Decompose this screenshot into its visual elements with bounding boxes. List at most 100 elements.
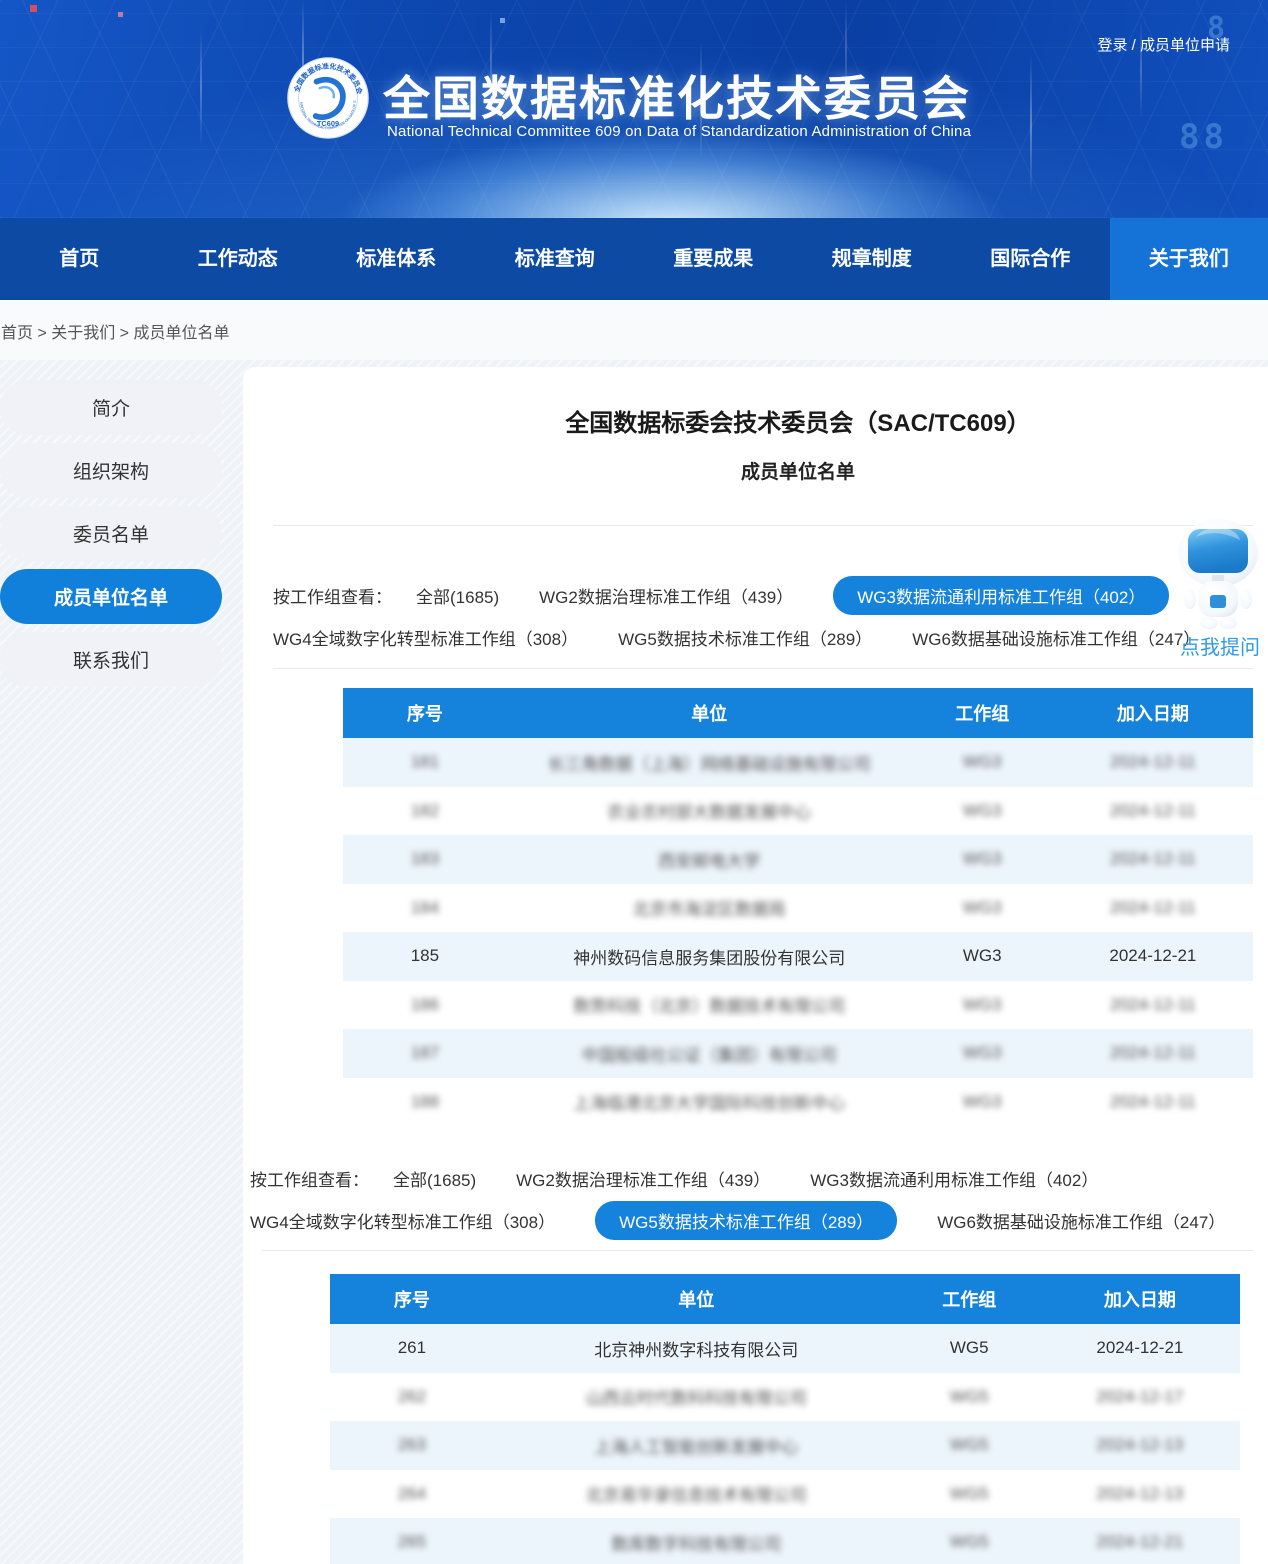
cell-date: 2024-12-21	[1040, 1338, 1240, 1358]
cell-group: WG3	[912, 752, 1053, 772]
sidebar-item[interactable]: 联系我们	[0, 632, 222, 687]
filter-option[interactable]: WG5数据技术标准工作组（289）	[595, 1201, 897, 1240]
filter-option[interactable]: WG5数据技术标准工作组（289）	[618, 618, 872, 657]
filter-row: WG4全域数字化转型标准工作组（308） WG5数据技术标准工作组（289） WG6…	[273, 619, 1200, 655]
cell-date: 2024-12-17	[1040, 1387, 1240, 1407]
filter-option[interactable]: 全部(1685)	[393, 1159, 476, 1198]
login-apply-links[interactable]: 登录 / 成员单位申请	[1097, 34, 1230, 55]
filter-option[interactable]: 全部(1685)	[416, 576, 499, 615]
cell-group: WG5	[899, 1338, 1040, 1358]
col-header-group: 工作组	[912, 700, 1053, 726]
nav-item[interactable]: 规章制度	[793, 218, 952, 300]
table-row: 188 上海临港北京大学国际科技创新中心 WG3 2024-12-11	[343, 1078, 1253, 1127]
member-table-wg3: 序号 单位 工作组 加入日期 181 长三角数据（上海）网络基础设施有限公司 W…	[343, 688, 1253, 1126]
cell-unit: 西安邮电大学	[507, 847, 912, 872]
cell-no: 265	[330, 1532, 494, 1552]
cell-no: 186	[343, 995, 507, 1015]
filter-option[interactable]: WG2数据治理标准工作组（439）	[539, 576, 793, 615]
table-row: 264 北京易华录信息技术有限公司 WG5 2024-12-13	[330, 1470, 1240, 1519]
nav-item[interactable]: 重要成果	[634, 218, 793, 300]
cell-group: WG5	[899, 1435, 1040, 1455]
cell-unit: 北京神州数字科技有限公司	[494, 1336, 899, 1361]
cell-no: 188	[343, 1092, 507, 1112]
table-row: 184 北京市海淀区数据局 WG3 2024-12-11	[343, 884, 1253, 933]
main-content: 全国数据标委会技术委员会（SAC/TC609） 成员单位名单 按工作组查看： 全…	[243, 367, 1268, 1564]
col-header-no: 序号	[330, 1286, 494, 1312]
cell-group: WG5	[899, 1532, 1040, 1552]
cell-group: WG3	[912, 849, 1053, 869]
table-row: 186 数势科技（北京）数据技术有限公司 WG3 2024-12-11	[343, 981, 1253, 1030]
header-banner: 8 88 登录 / 成员单位申请 全国数据标准化技术委员会 NATIONAL T…	[0, 0, 1268, 218]
assistant-robot-icon[interactable]	[1176, 517, 1260, 629]
cell-date: 2024-12-11	[1053, 1043, 1253, 1063]
table-row: 263 上海人工智能创新发展中心 WG5 2024-12-13	[330, 1421, 1240, 1470]
filter-option[interactable]: WG3数据流通利用标准工作组（402）	[810, 1159, 1098, 1198]
site-subtitle-en: National Technical Committee 609 on Data…	[387, 123, 971, 140]
col-header-no: 序号	[343, 700, 507, 726]
filter-group-label: 按工作组查看：	[273, 583, 392, 608]
tc609-logo-icon[interactable]: 全国数据标准化技术委员会 NATIONAL TECHNICAL COMMITTE…	[287, 57, 369, 139]
cell-date: 2024-12-21	[1053, 946, 1253, 966]
cell-unit: 上海人工智能创新发展中心	[494, 1433, 899, 1458]
cell-unit: 中国船级社公证（集团）有限公司	[507, 1041, 912, 1066]
table-body: 181 长三角数据（上海）网络基础设施有限公司 WG3 2024-12-11 1…	[343, 738, 1253, 1126]
cell-unit: 北京市海淀区数据局	[507, 895, 912, 920]
cell-unit: 数势科技（北京）数据技术有限公司	[507, 992, 912, 1017]
sidebar-item[interactable]: 简介	[0, 380, 222, 435]
filter-option[interactable]: WG4全域数字化转型标准工作组（308）	[273, 618, 578, 657]
table-header-row: 序号 单位 工作组 加入日期	[330, 1274, 1240, 1324]
filter-options: WG4全域数字化转型标准工作组（308） WG5数据技术标准工作组（289） WG6…	[250, 1201, 1225, 1240]
filter-options: 全部(1685) WG2数据治理标准工作组（439） WG3数据流通利用标准工作组（…	[393, 1159, 1098, 1198]
breadcrumb[interactable]: 首页 > 关于我们 > 成员单位名单	[1, 319, 229, 343]
nav-item[interactable]: 首页	[0, 218, 159, 300]
cell-date: 2024-12-11	[1053, 801, 1253, 821]
filter-row: 按工作组查看： 全部(1685) WG2数据治理标准工作组（439） WG3数据流通…	[273, 577, 1169, 613]
filter-options: 全部(1685) WG2数据治理标准工作组（439） WG3数据流通利用标准工作组（…	[416, 576, 1169, 615]
cell-no: 183	[343, 849, 507, 869]
cell-no: 181	[343, 752, 507, 772]
filter-option[interactable]: WG6数据基础设施标准工作组（247）	[912, 618, 1200, 657]
table-row: 182 农业农村部大数据发展中心 WG3 2024-12-11	[343, 787, 1253, 836]
nav-item[interactable]: 标准查询	[476, 218, 635, 300]
cell-group: WG5	[899, 1484, 1040, 1504]
cell-no: 262	[330, 1387, 494, 1407]
filter-option[interactable]: WG6数据基础设施标准工作组（247）	[937, 1201, 1225, 1240]
cell-group: WG3	[912, 946, 1053, 966]
nav-item[interactable]: 关于我们	[1110, 218, 1268, 300]
sidebar-item[interactable]: 委员名单	[0, 506, 222, 561]
cell-unit: 长三角数据（上海）网络基础设施有限公司	[507, 750, 912, 775]
main-nav: 首页 工作动态 标准体系 标准查询 重要成果 规章制度 国际合作 关于我们	[0, 218, 1268, 300]
nav-item[interactable]: 工作动态	[159, 218, 318, 300]
sidebar: 简介 组织架构 委员名单 成员单位名单 联系我们	[0, 380, 222, 695]
cell-no: 264	[330, 1484, 494, 1504]
cell-group: WG3	[912, 1092, 1053, 1112]
cell-date: 2024-12-11	[1053, 898, 1253, 918]
table-row: 187 中国船级社公证（集团）有限公司 WG3 2024-12-11	[343, 1029, 1253, 1078]
cell-group: WG3	[912, 898, 1053, 918]
sidebar-item[interactable]: 成员单位名单	[0, 569, 222, 624]
col-header-unit: 单位	[507, 700, 912, 726]
col-header-date: 加入日期	[1040, 1286, 1240, 1312]
cell-date: 2024-12-11	[1053, 752, 1253, 772]
page-title: 全国数据标委会技术委员会（SAC/TC609）	[343, 403, 1253, 438]
breadcrumb-bar: 首页 > 关于我们 > 成员单位名单	[0, 300, 1268, 360]
filter-option[interactable]: WG3数据流通利用标准工作组（402）	[833, 576, 1169, 615]
member-table-wg5: 序号 单位 工作组 加入日期 261 北京神州数字科技有限公司 WG5 2024…	[330, 1274, 1240, 1564]
cell-unit: 山西云时代数科科技有限公司	[494, 1384, 899, 1409]
sidebar-item[interactable]: 组织架构	[0, 443, 222, 498]
cell-unit: 农业农村部大数据发展中心	[507, 798, 912, 823]
site-title: 全国数据标准化技术委员会	[383, 60, 971, 129]
cell-date: 2024-12-13	[1040, 1484, 1240, 1504]
divider	[262, 1250, 1253, 1251]
col-header-group: 工作组	[899, 1286, 1040, 1312]
cell-no: 182	[343, 801, 507, 821]
filter-option[interactable]: WG2数据治理标准工作组（439）	[516, 1159, 770, 1198]
cell-date: 2024-12-13	[1040, 1435, 1240, 1455]
filter-options: WG4全域数字化转型标准工作组（308） WG5数据技术标准工作组（289） WG6…	[273, 618, 1200, 657]
cell-date: 2024-12-11	[1053, 849, 1253, 869]
nav-item[interactable]: 国际合作	[951, 218, 1110, 300]
table-body: 261 北京神州数字科技有限公司 WG5 2024-12-21 262 山西云时…	[330, 1324, 1240, 1564]
filter-option[interactable]: WG4全域数字化转型标准工作组（308）	[250, 1201, 555, 1240]
nav-item[interactable]: 标准体系	[317, 218, 476, 300]
ask-me-link[interactable]: 点我提问	[1180, 631, 1260, 660]
